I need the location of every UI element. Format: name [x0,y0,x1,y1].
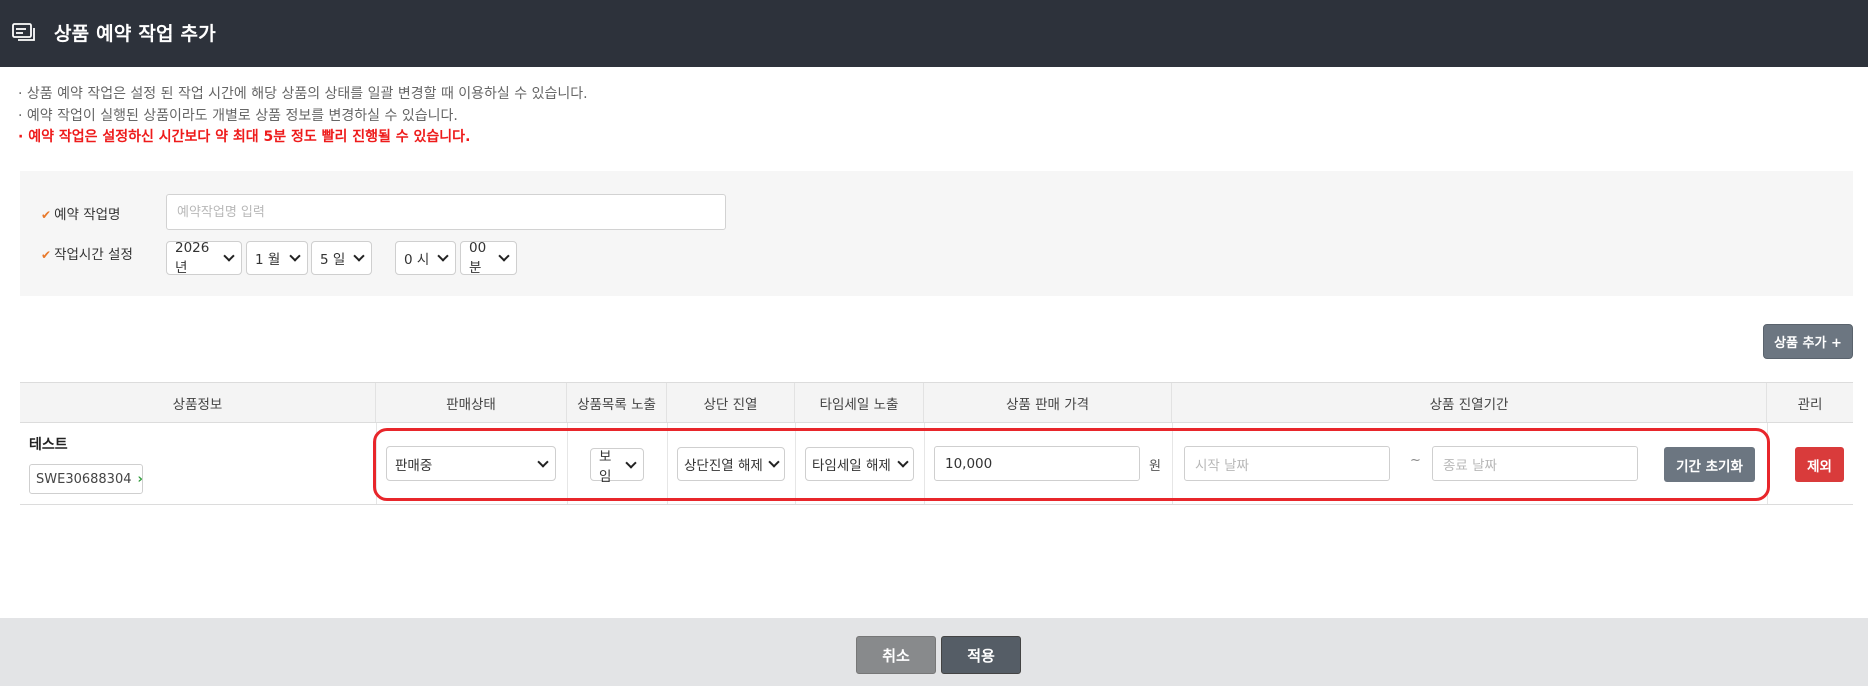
notice-warning: · 예약 작업은 설정하신 시간보다 약 최대 5분 정도 빨리 진행될 수 있… [18,129,471,145]
task-name-label: ✔ 예약 작업명 [41,207,121,223]
col-top-display: 상단 진열 [667,383,795,422]
col-price: 상품 판매 가격 [924,383,1172,422]
col-display-period: 상품 진열기간 [1172,383,1767,422]
notice-list: · 상품 예약 작업은 설정 된 작업 시간에 해당 상품의 상태를 일괄 변경… [18,84,588,149]
year-select[interactable]: 2026 년 [166,240,242,276]
month-select[interactable]: 1 월 [246,241,308,275]
minute-select[interactable]: 00분 [460,240,517,276]
chevron-down-icon [498,250,510,262]
product-code-link[interactable]: SWE30688304 › [29,464,143,494]
col-product-info: 상품정보 [20,383,376,422]
col-sale-status: 판매상태 [376,383,567,422]
window-icon [12,23,35,41]
schedule-form [20,171,1853,296]
page-header: 상품 예약 작업 추가 [0,0,1868,67]
highlight-annotation [373,428,1770,501]
col-list-exposure: 상품목록 노출 [567,383,667,422]
col-manage: 관리 [1797,396,1823,413]
chevron-right-icon: › [137,471,143,487]
remove-product-button[interactable]: 제외 [1795,447,1844,482]
chevron-down-icon [437,250,449,262]
add-product-button[interactable]: 상품 추가 + [1763,324,1853,359]
day-select[interactable]: 5 일 [311,241,372,275]
check-icon: ✔ [41,208,52,222]
apply-button[interactable]: 적용 [941,636,1021,674]
chevron-down-icon [289,250,301,262]
notice-line: · 상품 예약 작업은 설정 된 작업 시간에 해당 상품의 상태를 일괄 변경… [18,86,588,102]
product-table-header: 상품정보 판매상태 상품목록 노출 상단 진열 타임세일 노출 상품 판매 가격… [20,382,1853,423]
chevron-down-icon [223,250,235,262]
page-title: 상품 예약 작업 추가 [54,23,216,45]
col-timesale: 타임세일 노출 [795,383,924,422]
notice-line: · 예약 작업이 실행된 상품이라도 개별로 상품 정보를 변경하실 수 있습니… [18,107,458,124]
task-time-label: ✔ 작업시간 설정 [41,247,133,263]
product-name: 테스트 [29,437,68,453]
task-name-input[interactable] [166,194,726,230]
hour-select[interactable]: 0 시 [395,241,456,275]
check-icon: ✔ [41,248,52,262]
cancel-button[interactable]: 취소 [856,636,936,674]
chevron-down-icon [353,250,365,262]
